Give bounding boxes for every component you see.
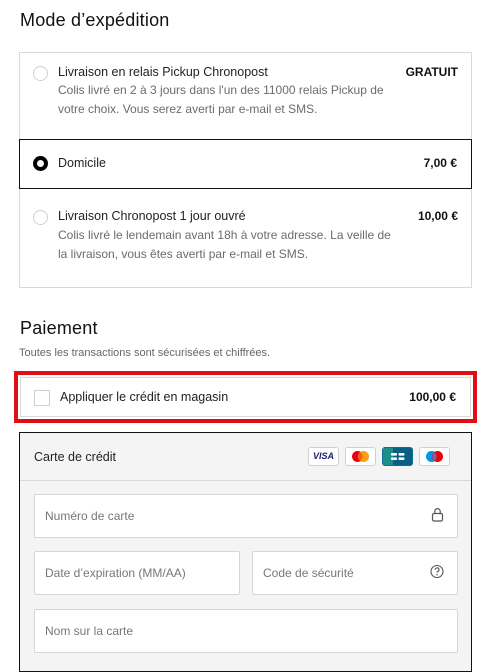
shipping-option-domicile[interactable]: Domicile 7,00 € <box>19 139 472 189</box>
shipping-title: Mode d’expédition <box>20 10 170 30</box>
maestro-icon <box>419 447 450 466</box>
card-number-field[interactable]: Numéro de carte <box>34 494 458 538</box>
shipping-option-domicile-radio[interactable] <box>33 156 48 171</box>
store-credit-option[interactable]: Appliquer le crédit en magasin 100,00 € <box>20 377 471 417</box>
mastercard-icon <box>345 447 376 466</box>
credit-card-header[interactable]: Carte de crédit VISA <box>20 433 471 481</box>
payment-subtitle: Toutes les transactions sont sécurisées … <box>19 347 271 359</box>
shipping-option-pickup-description-line-2: votre choix. Vous serez averti par e-mai… <box>58 102 318 116</box>
credit-card-form: Numéro de carte Date d’expiration (MM/AA… <box>20 481 471 671</box>
shipping-option-chronopost-label: Livraison Chronopost 1 jour ouvré <box>58 209 246 223</box>
security-code-field[interactable]: Code de sécurité <box>252 551 458 595</box>
shipping-option-chronopost-radio[interactable] <box>33 210 48 225</box>
lock-icon <box>431 507 444 525</box>
shipping-option-pickup[interactable]: Livraison en relais Pickup Chronopost GR… <box>19 52 472 139</box>
shipping-option-chronopost-description-line-1: Colis livré le lendemain avant 18h à vot… <box>58 228 391 242</box>
store-credit-label: Appliquer le crédit en magasin <box>60 390 229 404</box>
shipping-option-domicile-price: 7,00 € <box>423 156 457 170</box>
credit-card-label: Carte de crédit <box>34 450 116 464</box>
store-credit-checkbox[interactable] <box>34 390 50 406</box>
question-circle-icon[interactable] <box>430 564 444 582</box>
visa-icon: VISA <box>308 447 339 466</box>
cartes-bancaires-icon <box>382 447 413 466</box>
store-credit-amount: 100,00 € <box>409 390 456 404</box>
shipping-option-domicile-label: Domicile <box>58 156 106 170</box>
credit-card-section: Carte de crédit VISA Numéro de carte Dat… <box>19 432 472 672</box>
shipping-option-pickup-description-line-1: Colis livré en 2 à 3 jours dans l'un des… <box>58 83 384 97</box>
card-number-placeholder: Numéro de carte <box>45 509 135 523</box>
shipping-option-chronopost-description-line-2: la livraison, vous êtes averti par e-mai… <box>58 247 309 261</box>
shipping-option-pickup-price: GRATUIT <box>405 65 458 79</box>
name-on-card-field[interactable]: Nom sur la carte <box>34 609 458 653</box>
payment-title: Paiement <box>20 318 98 338</box>
shipping-option-pickup-radio[interactable] <box>33 66 48 81</box>
shipping-option-chronopost[interactable]: Livraison Chronopost 1 jour ouvré 10,00 … <box>19 189 472 288</box>
shipping-option-pickup-label: Livraison en relais Pickup Chronopost <box>58 65 268 79</box>
security-code-placeholder: Code de sécurité <box>263 566 354 580</box>
store-credit-highlight: Appliquer le crédit en magasin 100,00 € <box>14 371 477 423</box>
name-on-card-placeholder: Nom sur la carte <box>45 624 134 638</box>
shipping-option-chronopost-price: 10,00 € <box>417 209 458 223</box>
expiry-date-placeholder: Date d’expiration (MM/AA) <box>45 566 186 580</box>
expiry-date-field[interactable]: Date d’expiration (MM/AA) <box>34 551 240 595</box>
